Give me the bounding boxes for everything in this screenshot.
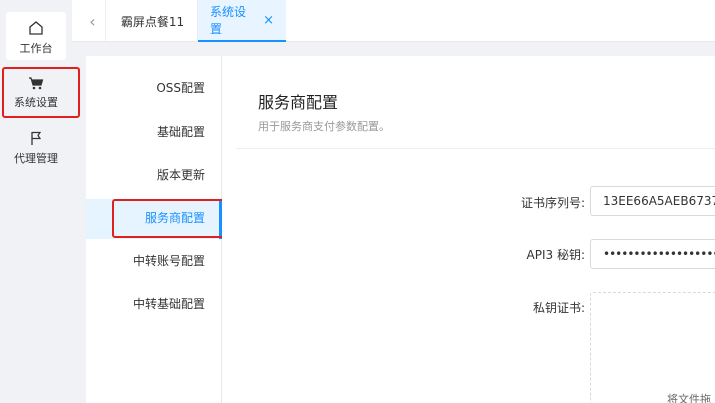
subnav-item-basic[interactable]: 基础配置 <box>85 117 205 147</box>
tab-label: 系统设置 <box>210 5 247 36</box>
rail-item-home-label: 工作台 <box>19 42 53 55</box>
cert-serial-input[interactable]: 13EE66A5AEB6737 <box>590 186 715 216</box>
page-description: 用于服务商支付参数配置。 <box>258 120 390 133</box>
main-content: 服务商配置 用于服务商支付参数配置。 证书序列号: 13EE66A5AEB673… <box>222 56 715 403</box>
subnav-item-relay-account[interactable]: 中转账号配置 <box>85 246 205 276</box>
tab-system-settings[interactable]: 系统设置 × <box>198 0 286 42</box>
subnav-item-oss[interactable]: OSS配置 <box>85 73 205 103</box>
home-icon <box>29 21 43 35</box>
chevron-left-icon: ‹ <box>89 11 96 31</box>
upload-hint: 将文件拖 <box>667 393 711 403</box>
subnav-item-provider[interactable]: 服务商配置 <box>85 203 205 233</box>
tab-scroll-left-button[interactable]: ‹ <box>80 0 106 42</box>
page-title: 服务商配置 <box>258 93 339 112</box>
private-cert-label: 私钥证书: <box>532 301 585 315</box>
flag-icon <box>31 131 42 145</box>
rail-item-agent-label: 代理管理 <box>14 152 58 165</box>
private-cert-upload-dropzone[interactable]: 将文件拖 <box>590 292 715 403</box>
tab-label: 霸屏点餐11 <box>120 14 185 29</box>
rail-item-agent[interactable]: 代理管理 <box>0 126 72 170</box>
settings-subnav: OSS配置 基础配置 版本更新 服务商配置 中转账号配置 中转基础配置 <box>86 56 222 403</box>
api3-key-label: API3 秘钥: <box>526 248 585 262</box>
close-icon[interactable]: × <box>263 13 274 28</box>
rail-item-settings-label: 系统设置 <box>14 96 58 109</box>
divider <box>236 148 715 149</box>
cart-icon <box>29 77 44 90</box>
rail-item-settings[interactable]: 系统设置 <box>0 70 72 116</box>
tab-bar: ‹ 霸屏点餐11 系统设置 × <box>72 0 715 42</box>
subnav-item-version[interactable]: 版本更新 <box>85 160 205 190</box>
rail-item-home[interactable]: 工作台 <box>6 12 66 60</box>
subnav-item-relay-basic[interactable]: 中转基础配置 <box>85 289 205 319</box>
tab-bapingdiancan[interactable]: 霸屏点餐11 <box>108 0 198 42</box>
cert-serial-label: 证书序列号: <box>520 196 585 210</box>
api3-key-input[interactable]: •••••••••••••••••••••••••• <box>590 239 715 269</box>
icon-rail: 工作台 系统设置 代理管理 <box>0 0 72 403</box>
